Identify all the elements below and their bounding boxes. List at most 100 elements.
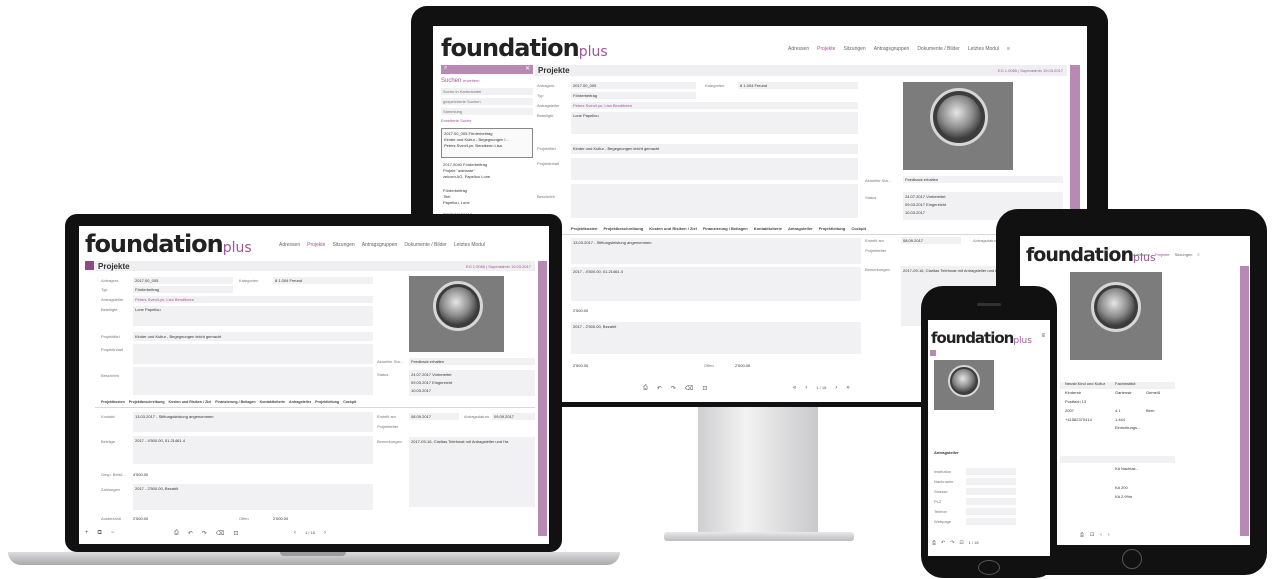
phone-field-4[interactable] xyxy=(966,508,1016,515)
phone-project-photo[interactable] xyxy=(934,360,994,410)
laptop-field-antragsnr[interactable]: 2017.00_005 xyxy=(133,277,233,284)
tab-projektkosten[interactable]: Projektkosten xyxy=(571,226,597,231)
laptop-field-antragsdatum[interactable]: 09.09.2017 xyxy=(492,413,535,420)
app-logo[interactable]: foundationplus xyxy=(441,34,608,62)
lock-icon[interactable]: ⊡ xyxy=(702,385,707,392)
tablet-next-icon[interactable]: › xyxy=(1108,532,1110,538)
laptop-tab-kontakt[interactable]: Kontaktkriterie xyxy=(260,400,285,404)
print-icon[interactable]: ⎙ xyxy=(643,385,648,392)
trash-icon[interactable]: ⌫ xyxy=(685,385,693,392)
laptop-print-icon[interactable]: ⎙ xyxy=(174,530,179,537)
phone-field-0[interactable] xyxy=(966,468,1016,475)
nav-antragsgruppen[interactable]: Antragsgruppen xyxy=(874,46,910,52)
laptop-project-photo[interactable] xyxy=(409,276,504,352)
field-antragsnr[interactable]: 2017.00_005 xyxy=(571,82,696,89)
tablet-menu-icon[interactable]: ≡ xyxy=(1197,252,1199,257)
field-antragsteller[interactable]: Peters Sven/Lyn, Lisa Bendtkeen xyxy=(571,102,858,109)
menu-icon[interactable]: ≡ xyxy=(1007,46,1010,52)
monitor-betrag[interactable]: 2017 - 4'500.00, 01.21461.4 xyxy=(571,267,861,301)
search-field-2[interactable]: gespeicherte Suchen xyxy=(441,98,533,105)
laptop-status-list[interactable]: 24.07.2017 Vorbereitet 09.03.2017 Einger… xyxy=(409,370,535,396)
laptop-minus-icon[interactable]: − xyxy=(111,530,115,537)
laptop-tab-projektbeschreibung[interactable]: Projektbeschreibung xyxy=(129,400,165,404)
tab-projektbeschreibung[interactable]: Projektbeschreibung xyxy=(603,226,643,231)
laptop-tab-projektleitung[interactable]: Projektleitung xyxy=(315,400,339,404)
laptop-add-icon[interactable]: + xyxy=(85,530,89,537)
tablet-project-photo[interactable] xyxy=(1070,272,1162,360)
field-beschrieb[interactable] xyxy=(571,184,858,218)
laptop-prev-record-icon[interactable]: ‹ xyxy=(294,530,296,536)
laptop-next-record-icon[interactable]: › xyxy=(324,530,326,536)
laptop-tab-kosten[interactable]: Kosten und Risiken / Ziel xyxy=(169,400,212,404)
field-projektinhalt[interactable] xyxy=(571,158,858,180)
field-projekttitel[interactable]: Kinder und Kultur - Begegnungen leicht g… xyxy=(571,144,858,154)
phone-undo-icon[interactable]: ↶ xyxy=(941,540,945,546)
laptop-trash-icon[interactable]: ⌫ xyxy=(216,530,224,537)
laptop-sidebar-toggle[interactable] xyxy=(85,261,94,270)
laptop-redo-icon[interactable]: ↷ xyxy=(202,530,207,537)
laptop-nav-dokumente[interactable]: Dokumente / Bilder xyxy=(404,242,447,248)
laptop-tab-projektkosten[interactable]: Projektkosten xyxy=(101,400,125,404)
tablet-prev-icon[interactable]: ‹ xyxy=(1100,532,1102,538)
laptop-field-beschrieb[interactable] xyxy=(133,367,373,395)
tablet-nav-adressen[interactable]: Adressen xyxy=(1133,252,1150,257)
phone-field-3[interactable] xyxy=(966,498,1016,505)
monitor-erstellt[interactable]: 08.09.2017 xyxy=(901,237,961,244)
laptop-field-erstellt[interactable]: 08.09.2017 xyxy=(409,413,459,420)
laptop-field-zahlungen[interactable]: 2017 - 2'500.00, Bezahlt xyxy=(133,484,373,510)
search-bar[interactable]: ⌕ ✕ xyxy=(441,65,533,74)
laptop-tab-antragsteller[interactable]: Antragsteller xyxy=(289,400,311,404)
tab-projektleitung[interactable]: Projektleitung xyxy=(819,226,846,231)
nav-letztes-modul[interactable]: Letztes Modul xyxy=(968,46,999,52)
redo-icon[interactable]: ↷ xyxy=(671,385,676,392)
tablet-field-2[interactable] xyxy=(1060,456,1175,463)
tablet-home-button[interactable] xyxy=(1122,549,1142,569)
laptop-field-projektinhalt[interactable] xyxy=(133,344,373,364)
laptop-field-typ[interactable]: Förderbeitrag xyxy=(133,286,233,293)
nav-adressen[interactable]: Adressen xyxy=(788,46,809,52)
tablet-nav-sitzungen[interactable]: Sitzungen xyxy=(1175,252,1193,257)
phone-print-icon[interactable]: ⎙ xyxy=(932,540,936,546)
phone-home-button[interactable] xyxy=(978,560,1000,575)
laptop-nav-sitzungen[interactable]: Sitzungen xyxy=(332,242,354,248)
nav-sitzungen[interactable]: Sitzungen xyxy=(843,46,865,52)
laptop-lock-icon[interactable]: ⊡ xyxy=(233,530,238,537)
monitor-contact[interactable]: 13.03.2017 - Stiftungsleistung angenomme… xyxy=(571,238,861,264)
last-record-icon[interactable]: » xyxy=(846,385,849,391)
close-icon[interactable]: ✕ xyxy=(525,65,530,72)
laptop-nav-adressen[interactable]: Adressen xyxy=(279,242,300,248)
tablet-lock-icon[interactable]: ⊡ xyxy=(1090,532,1094,538)
next-record-icon[interactable]: › xyxy=(835,385,837,391)
monitor-zahlung[interactable]: 2017 - 2'500.00, Bezahlt xyxy=(571,322,861,354)
laptop-logo[interactable]: foundationplus xyxy=(85,230,252,258)
laptop-undo-icon[interactable]: ↶ xyxy=(188,530,193,537)
phone-menu-icon[interactable]: ≡ xyxy=(1041,333,1045,339)
laptop-right-bar[interactable] xyxy=(538,261,547,536)
search-field-1[interactable]: Suche in Kartenkartei xyxy=(441,88,533,95)
phone-field-5[interactable] xyxy=(966,518,1016,525)
nav-dokumente[interactable]: Dokumente / Bilder xyxy=(917,46,960,52)
laptop-field-kategorien[interactable]: 8 1.004 Freund xyxy=(273,277,373,284)
prev-record-icon[interactable]: ‹ xyxy=(805,385,807,391)
laptop-nav-antragsgruppen[interactable]: Antragsgruppen xyxy=(362,242,398,248)
search-result-1[interactable]: 2017.00_005 Förderbeitrag Kinder und Kul… xyxy=(441,128,533,158)
search-result-2[interactable]: 2017.0040 Förderbeitrag Projekt "adelant… xyxy=(441,160,533,186)
field-kategorien[interactable]: 8 1.004 Freund xyxy=(738,82,858,89)
laptop-field-kontakt[interactable]: 13.03.2017 - Stiftungsleistung angenomme… xyxy=(133,412,373,432)
laptop-field-betraege[interactable]: 2017 - 4'500.00, 01.21461.4 xyxy=(133,436,373,464)
phone-field-2[interactable] xyxy=(966,488,1016,495)
field-aktueller-status[interactable]: Feedback erhalten xyxy=(903,176,1063,183)
nav-projekte[interactable]: Projekte xyxy=(817,46,835,52)
laptop-tab-cockpit[interactable]: Cockpit xyxy=(343,400,356,404)
search-field-3[interactable]: Sammlung xyxy=(441,108,533,115)
tab-finanzierung[interactable]: Finanzierung / Beilagen xyxy=(703,226,748,231)
field-typ[interactable]: Förderbeitrag xyxy=(571,92,696,99)
phone-sidebar-toggle[interactable] xyxy=(930,350,936,356)
laptop-field-bemerkungen[interactable]: 2017-09-16, Claritas Telefonat mit Antra… xyxy=(409,437,535,507)
tab-kosten[interactable]: Kosten und Risiken / Ziel xyxy=(649,226,697,231)
phone-field-1[interactable] xyxy=(966,478,1016,485)
laptop-nav-projekte[interactable]: Projekte xyxy=(307,242,325,248)
tab-kontakt[interactable]: Kontaktkriterie xyxy=(754,226,782,231)
laptop-field-beteiligte[interactable]: Lone Papellou xyxy=(133,306,373,326)
laptop-field-aktueller-status[interactable]: Feedback erhalten xyxy=(409,358,535,365)
